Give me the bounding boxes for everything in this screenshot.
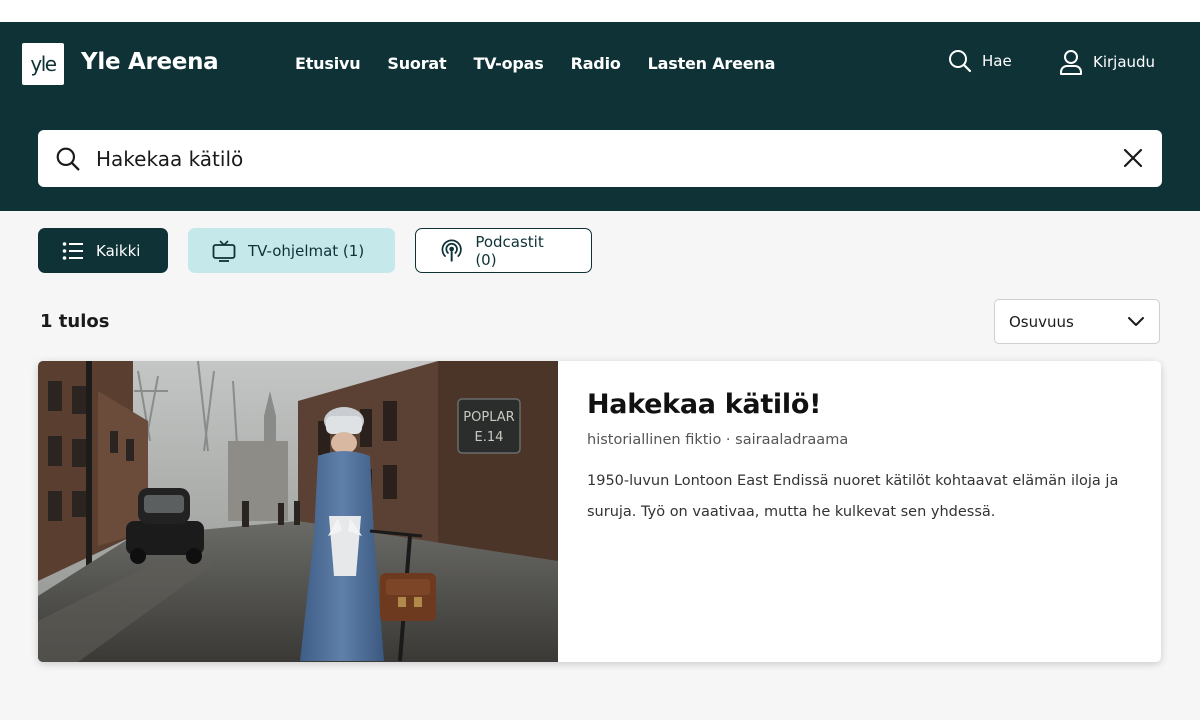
program-description: 1950-luvun Lontoon East Endissä nuoret k… xyxy=(587,473,1119,520)
result-card[interactable]: POPLAR E.14 Hakekaa kätilö! historiallin… xyxy=(38,361,1161,662)
list-icon xyxy=(62,241,83,260)
filter-tabs: Kaikki TV-ohjelmat (1) Podcastit (0) xyxy=(38,228,592,273)
street-sign-line1: POPLAR xyxy=(463,410,514,425)
nav-item-radio[interactable]: Radio xyxy=(571,54,621,73)
sort-select[interactable]: Osuvuus xyxy=(994,299,1160,344)
search-label: Hae xyxy=(982,52,1012,70)
podcast-icon xyxy=(441,239,462,262)
program-title[interactable]: Hakekaa kätilö! xyxy=(587,389,1127,420)
filter-all-label: Kaikki xyxy=(96,241,141,260)
close-icon[interactable] xyxy=(1122,147,1144,169)
search-icon xyxy=(949,50,972,73)
login-button[interactable]: Kirjaudu xyxy=(1059,49,1155,75)
search-input[interactable] xyxy=(96,140,1076,177)
program-thumbnail: POPLAR E.14 xyxy=(38,361,558,662)
filter-podcasts[interactable]: Podcastit (0) xyxy=(415,228,592,273)
filter-all[interactable]: Kaikki xyxy=(38,228,168,273)
top-strip xyxy=(0,0,1200,22)
nav-item-lasten-areena[interactable]: Lasten Areena xyxy=(648,54,776,73)
logo-text: yle xyxy=(30,52,57,76)
login-label: Kirjaudu xyxy=(1093,53,1156,71)
result-count: 1 tulos xyxy=(40,311,110,332)
user-icon xyxy=(1060,50,1082,75)
street-sign-line2: E.14 xyxy=(475,430,504,445)
search-bar xyxy=(38,130,1162,187)
tv-icon xyxy=(212,239,236,262)
nav-item-tv-opas[interactable]: TV-opas xyxy=(473,54,543,73)
filter-tv-label: TV-ohjelmat (1) xyxy=(248,241,365,260)
search-icon xyxy=(56,147,80,171)
nav-item-suorat[interactable]: Suorat xyxy=(387,54,446,73)
chevron-down-icon xyxy=(1128,316,1144,326)
nav-item-etusivu[interactable]: Etusivu xyxy=(295,54,361,73)
site-header: yle Yle Areena Etusivu Suorat TV-opas Ra… xyxy=(0,22,1200,211)
result-card-body: Hakekaa kätilö! historiallinen fiktio · … xyxy=(587,389,1127,528)
sort-value: Osuvuus xyxy=(1009,312,1074,331)
yle-logo[interactable]: yle xyxy=(22,43,64,85)
program-genre: historiallinen fiktio · sairaaladraama xyxy=(587,432,849,448)
filter-tv[interactable]: TV-ohjelmat (1) xyxy=(188,228,395,273)
main-nav: Etusivu Suorat TV-opas Radio Lasten Aree… xyxy=(295,54,802,73)
filter-podcasts-label: Podcastit (0) xyxy=(475,232,544,269)
header-search-button[interactable]: Hae xyxy=(948,49,1012,73)
brand-title[interactable]: Yle Areena xyxy=(81,49,219,75)
